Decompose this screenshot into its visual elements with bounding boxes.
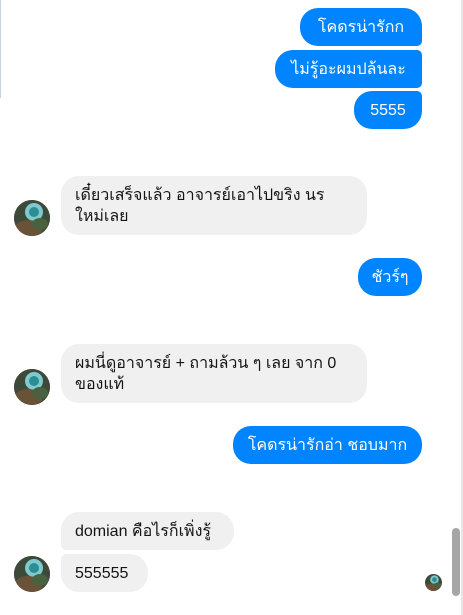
seen-avatar-icon — [425, 574, 442, 591]
outgoing-message-bubble[interactable]: โคดรน่ารักอ่า ชอบมาก — [233, 426, 422, 464]
message-text: domian คือไรก็เพิ่งรู้ — [75, 523, 211, 540]
message-text: 5555 — [370, 102, 406, 119]
outgoing-message-bubble[interactable]: 5555 — [354, 91, 422, 129]
message-text: ชัวร์ๆ — [371, 269, 409, 286]
message-text: ไม่รู้อะผมปล้นละ — [291, 61, 406, 78]
message-text: เดี๋ยวเสร็จแล้ว อาจารย์เอาไปขริง นร ใหม่… — [75, 187, 325, 225]
incoming-message-bubble[interactable]: เดี๋ยวเสร็จแล้ว อาจารย์เอาไปขริง นร ใหม่… — [61, 176, 367, 235]
user-avatar-icon[interactable] — [14, 369, 50, 405]
message-text: ผมนี่ดูอาจารย์ + ถามล้วน ๆ เลย จาก 0 ของ… — [75, 355, 337, 393]
scrollbar-thumb[interactable] — [452, 528, 460, 596]
chat-thread: โคดรน่ารักก ไม่รู้อะผมปล้นละ 5555 เดี๋ยว… — [0, 0, 463, 615]
message-text: 555555 — [75, 565, 129, 582]
incoming-message-bubble[interactable]: domian คือไรก็เพิ่งรู้ — [61, 512, 234, 550]
message-text: โคดรน่ารักอ่า ชอบมาก — [247, 437, 408, 454]
message-text: โคดรน่ารักก — [317, 19, 405, 36]
left-divider — [0, 0, 1, 98]
incoming-message-bubble[interactable]: 555555 — [61, 554, 148, 592]
user-avatar-icon[interactable] — [14, 556, 50, 592]
outgoing-message-bubble[interactable]: ชัวร์ๆ — [358, 258, 422, 296]
outgoing-message-bubble[interactable]: โคดรน่ารักก — [300, 8, 422, 46]
user-avatar-icon[interactable] — [14, 200, 50, 236]
outgoing-message-bubble[interactable]: ไม่รู้อะผมปล้นละ — [275, 50, 422, 88]
incoming-message-bubble[interactable]: ผมนี่ดูอาจารย์ + ถามล้วน ๆ เลย จาก 0 ของ… — [61, 344, 367, 403]
